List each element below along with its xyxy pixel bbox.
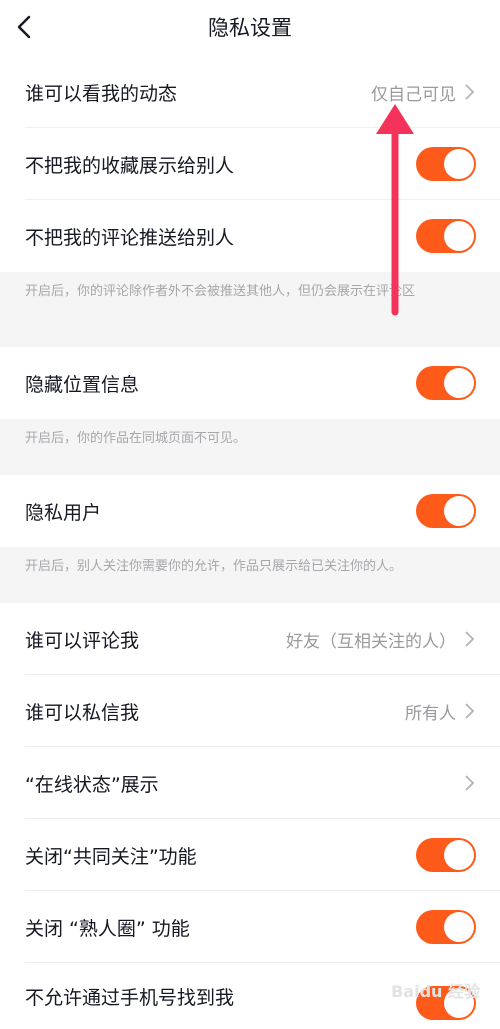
online-status-row[interactable]: “在线状态”展示 <box>0 747 500 819</box>
hide-favorites-row: 不把我的收藏展示给别人 <box>0 128 500 200</box>
hide-favorites-label: 不把我的收藏展示给别人 <box>25 154 235 177</box>
who-can-see-value: 仅自己可见 <box>371 84 456 105</box>
close-acquaintance-toggle[interactable] <box>416 910 476 944</box>
who-can-see-row[interactable]: 谁可以看我的动态 仅自己可见 <box>0 56 500 128</box>
online-status-label: “在线状态”展示 <box>25 773 159 796</box>
toggle-knob <box>444 149 474 179</box>
close-mutual-toggle[interactable] <box>416 838 476 872</box>
who-can-message-value: 所有人 <box>405 703 456 724</box>
watermark: Baidu 经验 <box>391 982 480 1001</box>
location-note: 开启后，你的作品在同城页面不可见。 <box>0 419 500 475</box>
private-user-toggle[interactable] <box>416 494 476 528</box>
no-phone-find-label: 不允许通过手机号找到我 <box>25 986 235 1009</box>
close-mutual-row: 关闭“共同关注”功能 <box>0 819 500 891</box>
who-can-message-label: 谁可以私信我 <box>25 701 140 724</box>
who-can-message-row[interactable]: 谁可以私信我 所有人 <box>0 675 500 747</box>
chevron-right-icon <box>465 775 475 791</box>
comments-note: 开启后，你的评论除作者外不会被推送其他人，但仍会展示在评论区 <box>0 272 500 347</box>
toggle-knob <box>444 221 474 251</box>
header: 隐私设置 <box>0 0 500 56</box>
toggle-knob <box>444 368 474 398</box>
who-can-comment-row[interactable]: 谁可以评论我 好友（互相关注的人） <box>0 603 500 675</box>
hide-comments-toggle[interactable] <box>416 219 476 253</box>
toggle-knob <box>444 912 474 942</box>
who-can-see-label: 谁可以看我的动态 <box>25 82 178 105</box>
hide-favorites-toggle[interactable] <box>416 147 476 181</box>
private-user-label: 隐私用户 <box>25 501 102 524</box>
hide-location-row: 隐藏位置信息 <box>0 347 500 419</box>
toggle-knob <box>444 840 474 870</box>
close-acquaintance-label: 关闭 “熟人圈” 功能 <box>25 917 190 940</box>
hide-comments-row: 不把我的评论推送给别人 <box>0 200 500 272</box>
toggle-knob <box>444 496 474 526</box>
close-mutual-label: 关闭“共同关注”功能 <box>25 845 197 868</box>
private-user-row: 隐私用户 <box>0 475 500 547</box>
hide-location-label: 隐藏位置信息 <box>25 373 140 396</box>
chevron-right-icon <box>465 631 475 647</box>
page-title: 隐私设置 <box>208 16 292 40</box>
private-note: 开启后，别人关注你需要你的允许，作品只展示给已关注你的人。 <box>0 547 500 603</box>
hide-location-toggle[interactable] <box>416 366 476 400</box>
close-acquaintance-row: 关闭 “熟人圈” 功能 <box>0 891 500 963</box>
who-can-comment-value: 好友（互相关注的人） <box>286 631 456 652</box>
chevron-right-icon <box>465 703 475 719</box>
hide-comments-label: 不把我的评论推送给别人 <box>25 226 235 249</box>
chevron-right-icon <box>465 84 475 100</box>
who-can-comment-label: 谁可以评论我 <box>25 629 140 652</box>
